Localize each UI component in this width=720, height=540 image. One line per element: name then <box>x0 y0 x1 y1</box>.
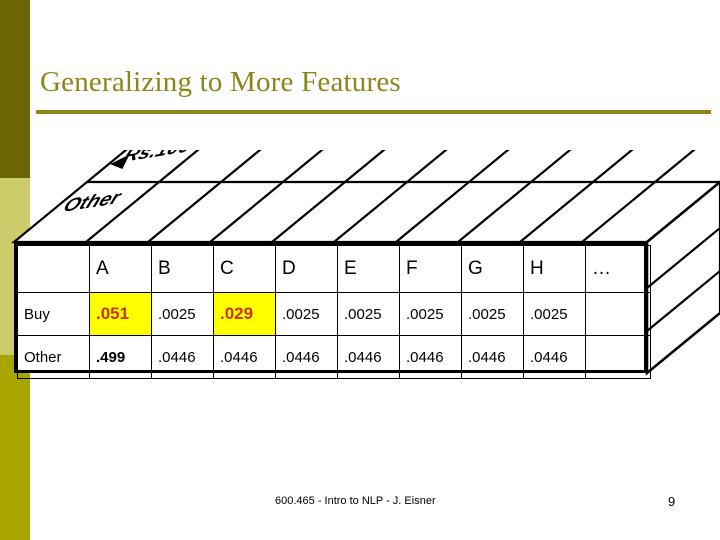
cell-buy-b: .0025 <box>151 292 214 336</box>
cell-other-g: .0446 <box>461 335 524 379</box>
cell-buy-h: .0025 <box>523 292 586 336</box>
cell-other-b: .0446 <box>151 335 214 379</box>
probability-table-element: A B C D E F G H … Buy .051 .0025 .029 .0… <box>17 245 651 379</box>
row-label-other: Other <box>17 335 90 379</box>
column-header-a: A <box>89 245 152 293</box>
cell-buy-c: .029 <box>213 292 276 336</box>
row-label-buy: Buy <box>17 292 90 336</box>
cell-buy-f: .0025 <box>399 292 462 336</box>
cell-buy-e: .0025 <box>337 292 400 336</box>
footer-course-label: 600.465 - Intro to NLP - J. Eisner <box>275 495 436 507</box>
table-corner-cell <box>17 245 90 293</box>
column-header-b: B <box>151 245 214 293</box>
cell-buy-a: .051 <box>89 292 152 336</box>
cell-other-d: .0446 <box>275 335 338 379</box>
column-header-f: F <box>399 245 462 293</box>
table-row: Buy .051 .0025 .029 .0025 .0025 .0025 .0… <box>17 292 651 336</box>
probability-table: A B C D E F G H … Buy .051 .0025 .029 .0… <box>14 242 651 379</box>
column-header-c: C <box>213 245 276 293</box>
column-header-ellipsis: … <box>585 245 651 293</box>
cell-buy-g: .0025 <box>461 292 524 336</box>
cell-other-f: .0446 <box>399 335 462 379</box>
cell-other-h: .0446 <box>523 335 586 379</box>
slide-canvas: Generalizing to More Features Other Rs.1… <box>0 0 720 540</box>
cell-buy-ellipsis <box>585 292 651 336</box>
cell-other-c: .0446 <box>213 335 276 379</box>
slide-title: Generalizing to More Features <box>40 66 401 98</box>
cell-other-ellipsis <box>585 335 651 379</box>
column-header-h: H <box>523 245 586 293</box>
table-header-row: A B C D E F G H … <box>17 245 651 293</box>
cell-other-a: .499 <box>89 335 152 379</box>
column-header-e: E <box>337 245 400 293</box>
cell-other-e: .0446 <box>337 335 400 379</box>
column-header-d: D <box>275 245 338 293</box>
cell-value: .029 <box>220 304 254 323</box>
column-header-g: G <box>461 245 524 293</box>
footer-page-number: 9 <box>668 494 676 509</box>
cell-value: .051 <box>96 304 130 323</box>
table-row: Other .499 .0446 .0446 .0446 .0446 .0446… <box>17 335 651 379</box>
title-underline-rule <box>36 110 711 114</box>
cell-buy-d: .0025 <box>275 292 338 336</box>
